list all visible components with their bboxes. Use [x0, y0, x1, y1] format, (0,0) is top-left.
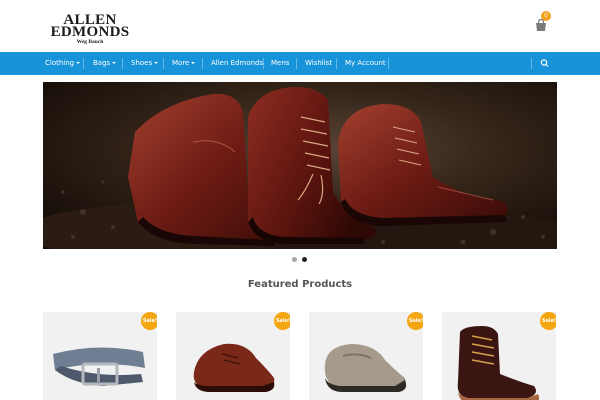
- boot-image: [457, 326, 540, 400]
- nav-divider: [163, 58, 164, 69]
- nav-item-bags[interactable]: Bags: [93, 52, 117, 75]
- brand-logo[interactable]: ALLEN EDMONDS Weg Bauch: [50, 13, 130, 46]
- nav-label: Shoes: [131, 59, 153, 67]
- nav-label: My Account: [345, 59, 386, 67]
- nav-divider: [296, 58, 297, 69]
- chevron-down-icon: [191, 62, 196, 64]
- nav-item-mens[interactable]: Mens: [271, 52, 289, 75]
- oxford-shoe-image: [193, 343, 275, 392]
- sale-badge: Sale!: [141, 312, 157, 330]
- nav-label: Clothing: [45, 59, 75, 67]
- nav-divider: [388, 58, 389, 69]
- logo-line-2: EDMONDS: [50, 24, 130, 40]
- cart-count-badge: 0: [541, 11, 551, 21]
- slider-dot[interactable]: [292, 257, 297, 262]
- sale-badge: Sale!: [407, 312, 423, 330]
- nav-label: Wishlist: [305, 59, 333, 67]
- nav-divider: [263, 58, 264, 69]
- nav-item-more[interactable]: More: [172, 52, 196, 75]
- nav-item-wishlist[interactable]: Wishlist: [305, 52, 332, 75]
- nav-label: Mens: [271, 59, 290, 67]
- nav-divider: [202, 58, 203, 69]
- nav-item-clothing[interactable]: Clothing: [45, 52, 81, 75]
- product-card[interactable]: Sale!: [442, 312, 556, 400]
- nav-label: Bags: [93, 59, 111, 67]
- chevron-down-icon: [154, 62, 159, 64]
- search-icon: [540, 59, 549, 67]
- boots-hero-image: [43, 82, 557, 249]
- product-card[interactable]: Sale!: [176, 312, 290, 400]
- hero-slider-image[interactable]: [43, 82, 557, 249]
- search-button[interactable]: [531, 52, 557, 75]
- chevron-down-icon: [76, 62, 81, 64]
- site-header: ALLEN EDMONDS Weg Bauch 0: [0, 0, 600, 52]
- sale-badge: Sale!: [540, 312, 556, 330]
- product-card[interactable]: Sale!: [43, 312, 157, 400]
- nav-item-allen-edmonds[interactable]: Allen Edmonds: [211, 52, 263, 75]
- product-card[interactable]: Sale!: [309, 312, 423, 400]
- slider-pagination: [291, 257, 311, 263]
- main-navigation: Clothing Bags Shoes More Allen Edmonds M…: [0, 52, 600, 75]
- nav-label: More: [172, 59, 190, 67]
- nav-divider: [336, 58, 337, 69]
- belt-image: [53, 347, 145, 386]
- sale-badge: Sale!: [274, 312, 290, 330]
- nav-label: Allen Edmonds: [211, 59, 264, 67]
- section-title: Featured Products: [247, 279, 353, 290]
- slider-dot-active[interactable]: [302, 257, 307, 262]
- nav-item-my-account[interactable]: My Account: [345, 52, 386, 75]
- nav-item-shoes[interactable]: Shoes: [131, 52, 159, 75]
- nav-divider: [83, 58, 84, 69]
- chevron-down-icon: [112, 62, 117, 64]
- loafer-image: [324, 344, 407, 392]
- nav-divider: [122, 58, 123, 69]
